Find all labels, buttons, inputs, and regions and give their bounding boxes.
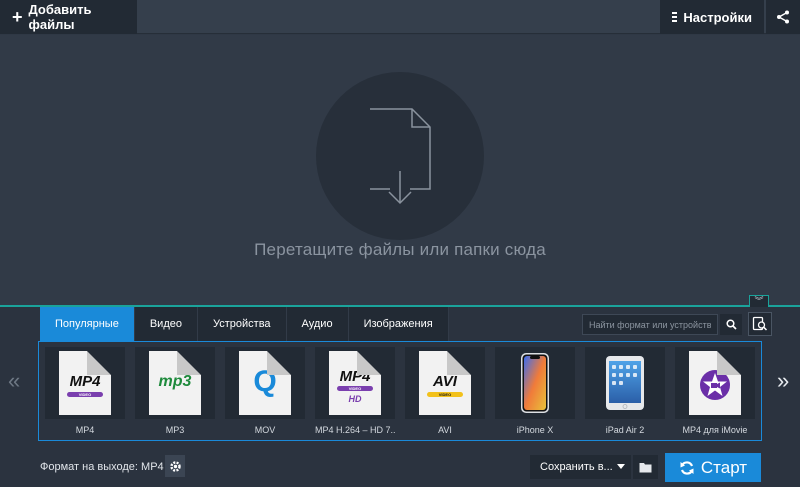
mp4-badge: MP4	[69, 373, 101, 390]
settings-button[interactable]: Настройки	[660, 0, 764, 34]
mp3-icon: mp3	[149, 351, 201, 415]
format-label: AVI	[438, 425, 452, 435]
format-tabs: Популярные Видео Устройства Аудио Изобра…	[40, 307, 449, 341]
format-label: iPhone X	[516, 425, 554, 435]
format-label: MOV	[254, 425, 276, 435]
output-format-label: Формат на выходе: MP4	[40, 461, 164, 473]
iphone-icon	[521, 353, 549, 413]
format-mp3[interactable]: mp3 MP3	[135, 347, 215, 439]
format-iphone-x[interactable]: iPhone X	[495, 347, 575, 439]
drop-circle	[316, 72, 484, 240]
format-label: MP4	[75, 425, 95, 435]
folder-icon	[639, 462, 652, 472]
format-thumb	[675, 347, 755, 419]
video-tag: VIDEO	[78, 392, 92, 397]
mp4-hd-icon: MP4 VIDEO HD	[329, 351, 381, 415]
ipad-icon	[606, 356, 644, 410]
file-drop-icon	[370, 108, 431, 205]
format-thumb	[495, 347, 575, 419]
chevron-down-icon	[617, 464, 625, 469]
format-thumb	[585, 347, 665, 419]
mp3-badge: mp3	[158, 373, 192, 390]
tab-audio[interactable]: Аудио	[286, 307, 349, 341]
gear-icon	[169, 460, 181, 472]
imovie-icon	[689, 351, 741, 415]
format-mp4-hd[interactable]: MP4 VIDEO HD MP4 H.264 – HD 7...	[315, 347, 395, 439]
tab-images[interactable]: Изображения	[348, 307, 449, 341]
format-label: MP4 для iMovie	[682, 425, 748, 435]
open-folder-button[interactable]	[633, 455, 658, 479]
scroll-right-button[interactable]: »	[777, 368, 789, 394]
device-search-icon	[752, 316, 768, 331]
double-chevron-down-icon: ︾	[754, 296, 764, 306]
save-to-label: Сохранить в...	[540, 461, 613, 473]
collapse-panel-button[interactable]: ︾	[749, 295, 769, 307]
plus-icon: +	[12, 7, 23, 27]
save-to-button[interactable]: Сохранить в...	[530, 455, 631, 479]
search-button[interactable]	[720, 314, 742, 335]
format-label: MP3	[165, 425, 185, 435]
start-label: Старт	[700, 457, 748, 477]
avi-badge: AVI	[433, 373, 457, 390]
top-toolbar: + Добавить файлы Настройки	[0, 0, 800, 34]
share-icon	[777, 10, 789, 24]
drop-zone[interactable]: Перетащите файлы или папки сюда	[0, 35, 800, 306]
settings-label: Настройки	[683, 9, 752, 25]
scroll-left-button[interactable]: «	[8, 368, 20, 394]
add-files-button[interactable]: + Добавить файлы	[0, 0, 137, 34]
format-thumb: MP4 VIDEO	[45, 347, 125, 419]
format-thumb: Q	[225, 347, 305, 419]
detect-device-button[interactable]	[748, 312, 772, 336]
video-tag: VIDEO	[438, 392, 452, 397]
mp4-badge: MP4	[339, 368, 371, 385]
convert-refresh-icon	[680, 460, 694, 475]
format-mp4-imovie[interactable]: MP4 для iMovie	[675, 347, 755, 439]
format-thumb: AVI VIDEO	[405, 347, 485, 419]
format-label: MP4 H.264 – HD 7...	[315, 425, 395, 435]
format-mov[interactable]: Q MOV	[225, 347, 305, 439]
tab-devices[interactable]: Устройства	[197, 307, 287, 341]
app-window: + Добавить файлы Настройки Перетащите фа…	[0, 0, 800, 487]
format-mp4[interactable]: MP4 VIDEO MP4	[45, 347, 125, 439]
video-tag: VIDEO	[348, 386, 362, 391]
format-panel: Популярные Видео Устройства Аудио Изобра…	[0, 307, 800, 487]
format-list: MP4 VIDEO MP4 mp3 MP3 Q MOV MP4 VIDEO HD…	[38, 341, 762, 441]
search-icon	[725, 319, 737, 330]
drop-hint: Перетащите файлы или папки сюда	[254, 240, 546, 259]
format-ipad-air-2[interactable]: iPad Air 2	[585, 347, 665, 439]
tab-video[interactable]: Видео	[134, 307, 198, 341]
menu-icon	[672, 12, 678, 22]
start-button[interactable]: Старт	[665, 453, 761, 482]
format-thumb: mp3	[135, 347, 215, 419]
imovie-star-icon	[700, 370, 730, 400]
quicktime-badge: Q	[253, 365, 277, 398]
tab-popular[interactable]: Популярные	[40, 307, 135, 341]
avi-icon: AVI VIDEO	[419, 351, 471, 415]
add-files-label: Добавить файлы	[28, 2, 92, 32]
hd-badge: HD	[348, 394, 362, 404]
mp4-icon: MP4 VIDEO	[59, 351, 111, 415]
format-avi[interactable]: AVI VIDEO AVI	[405, 347, 485, 439]
format-label: iPad Air 2	[605, 425, 645, 435]
format-thumb: MP4 VIDEO HD	[315, 347, 395, 419]
quicktime-icon: Q	[239, 351, 291, 415]
share-button[interactable]	[766, 0, 800, 34]
output-settings-button[interactable]	[165, 455, 185, 477]
format-search-input[interactable]	[582, 314, 718, 335]
